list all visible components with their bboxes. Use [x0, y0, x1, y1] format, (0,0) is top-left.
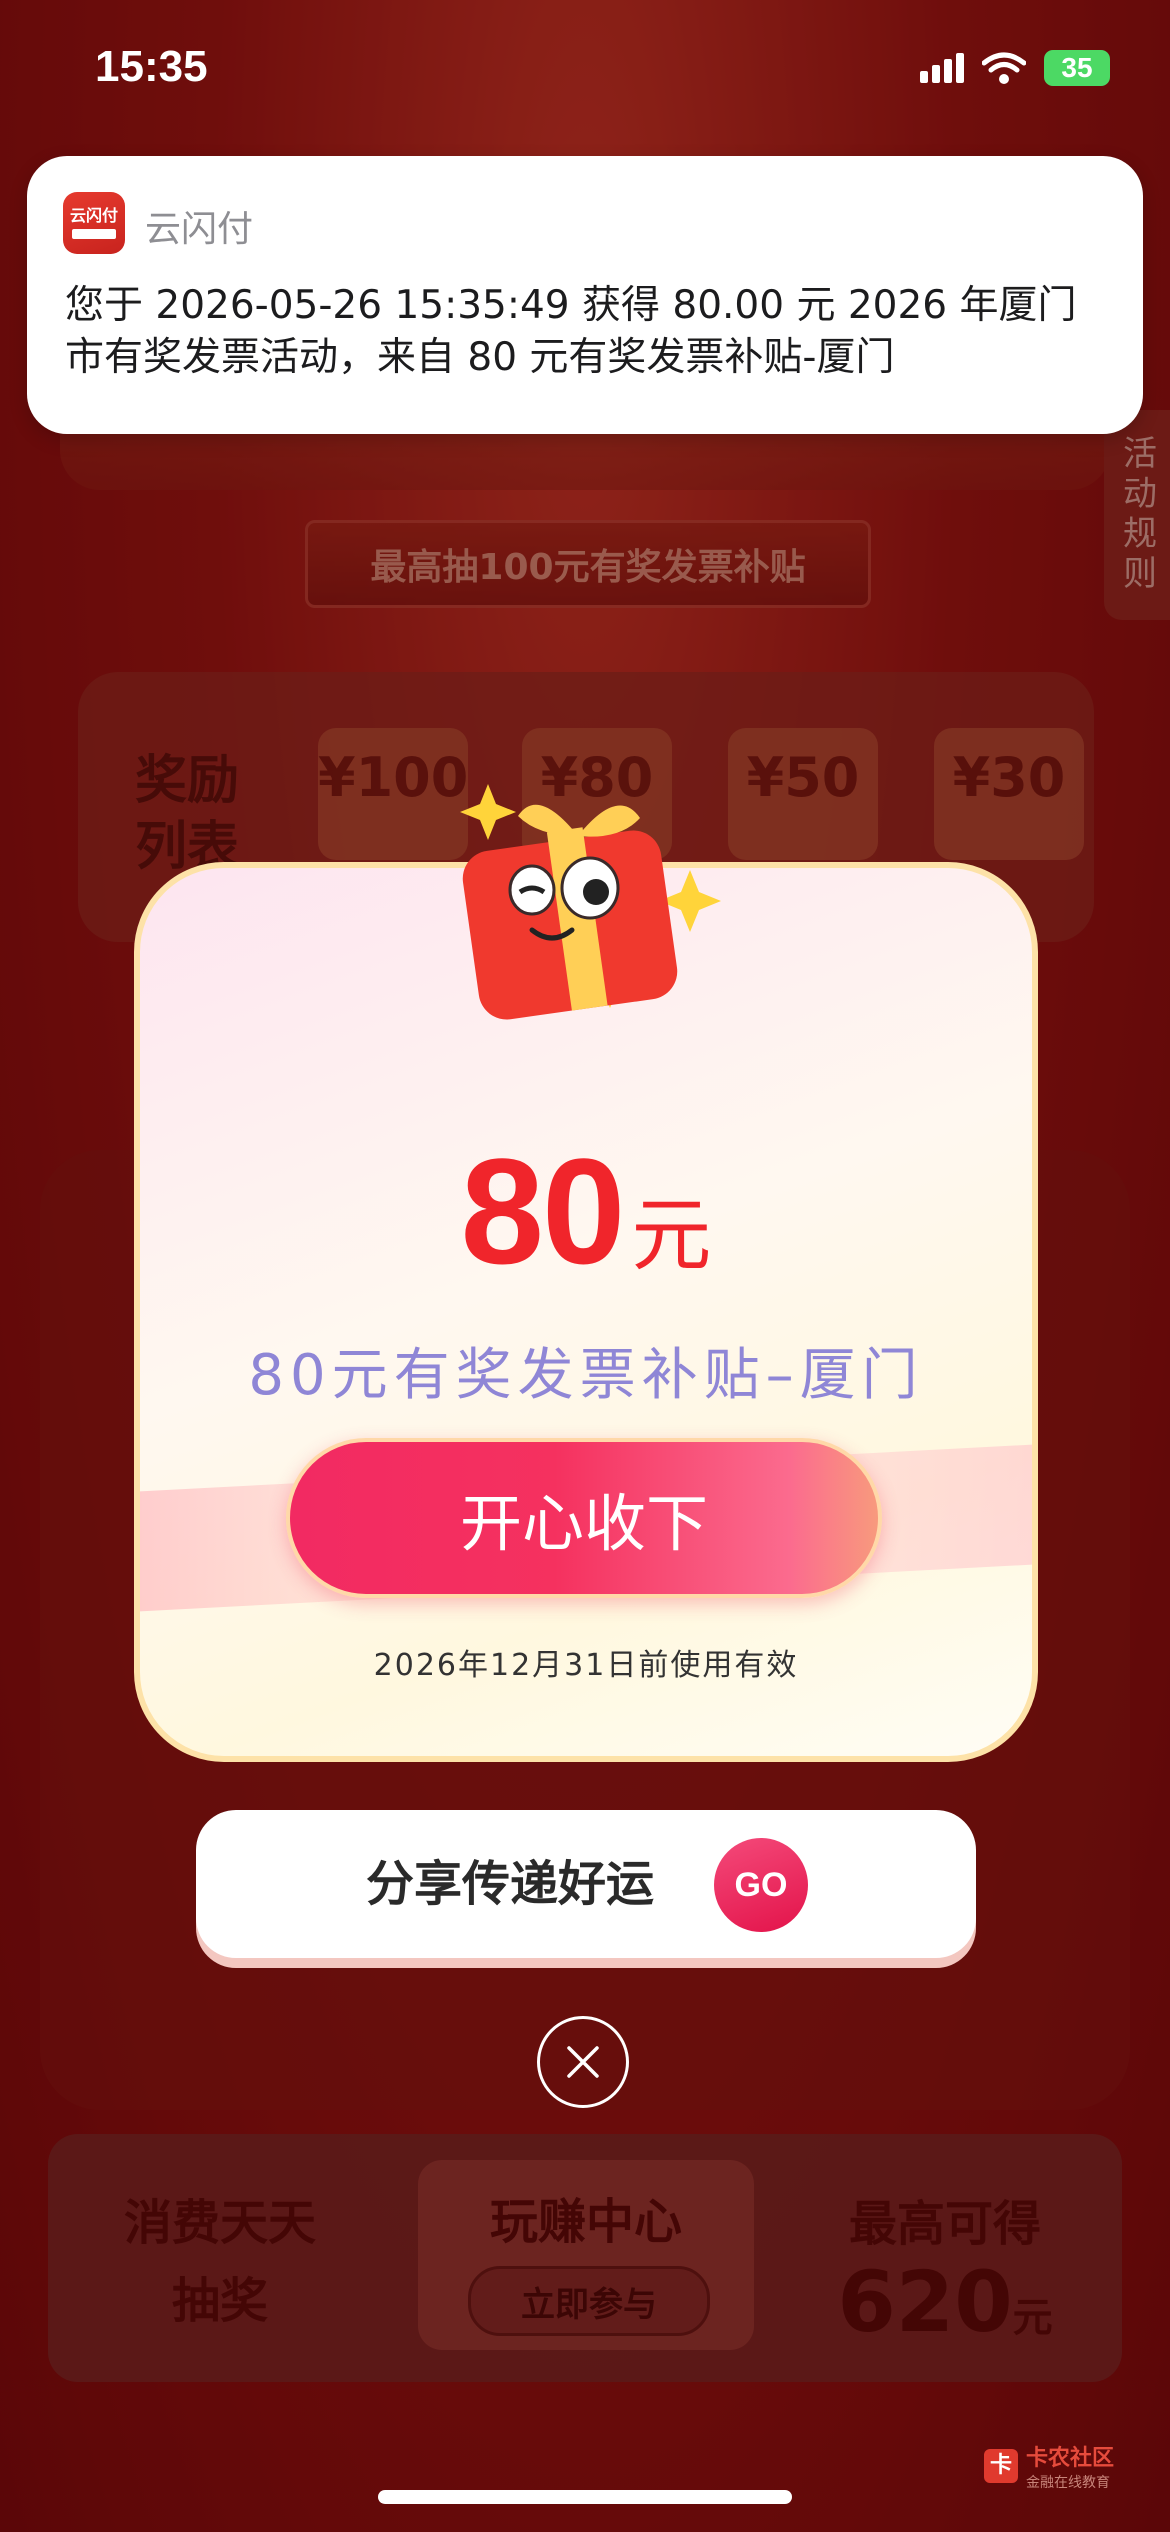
reward-amount: 80 元 — [134, 1125, 1038, 1298]
wifi-icon — [982, 52, 1026, 84]
go-button[interactable]: GO — [714, 1838, 808, 1932]
reward-amount-unit: 元 — [631, 1189, 712, 1282]
notification-app-name: 云闪付 — [145, 209, 254, 250]
close-button[interactable] — [537, 2016, 629, 2108]
battery-icon: 35 — [1044, 50, 1110, 86]
close-icon — [567, 2046, 599, 2078]
accept-button[interactable]: 开心收下 — [286, 1438, 882, 1598]
reward-amount-value: 80 — [460, 1127, 626, 1295]
reward-name: 80元有奖发票补贴–厦门 — [248, 1343, 924, 1408]
watermark-title: 卡农社区 — [1025, 2446, 1114, 2471]
watermark: 卡 卡农社区 金融在线教育 — [983, 2440, 1114, 2492]
gift-mascot-icon — [460, 784, 721, 1020]
home-indicator[interactable] — [378, 2490, 792, 2504]
signal-icon — [920, 53, 964, 83]
status-icons: 35 — [920, 50, 1110, 86]
status-time: 15:35 — [95, 42, 208, 91]
validity-text: 2026年12月31日前使用有效 — [373, 1648, 799, 1683]
app-icon: 云闪付 — [63, 192, 125, 254]
app-icon-text: 云闪付 — [69, 206, 118, 225]
push-notification[interactable]: 云闪付 云闪付 您于 2026-05-26 15:35:49 获得 80.00 … — [27, 156, 1143, 434]
share-bar[interactable]: 分享传递好运 GO — [196, 1810, 976, 1958]
notification-body: 您于 2026-05-26 15:35:49 获得 80.00 元 2026 年… — [65, 283, 1077, 380]
watermark-logo-icon: 卡 — [983, 2449, 1018, 2483]
share-label: 分享传递好运 — [366, 1856, 655, 1912]
watermark-subtitle: 金融在线教育 — [1025, 2475, 1110, 2491]
